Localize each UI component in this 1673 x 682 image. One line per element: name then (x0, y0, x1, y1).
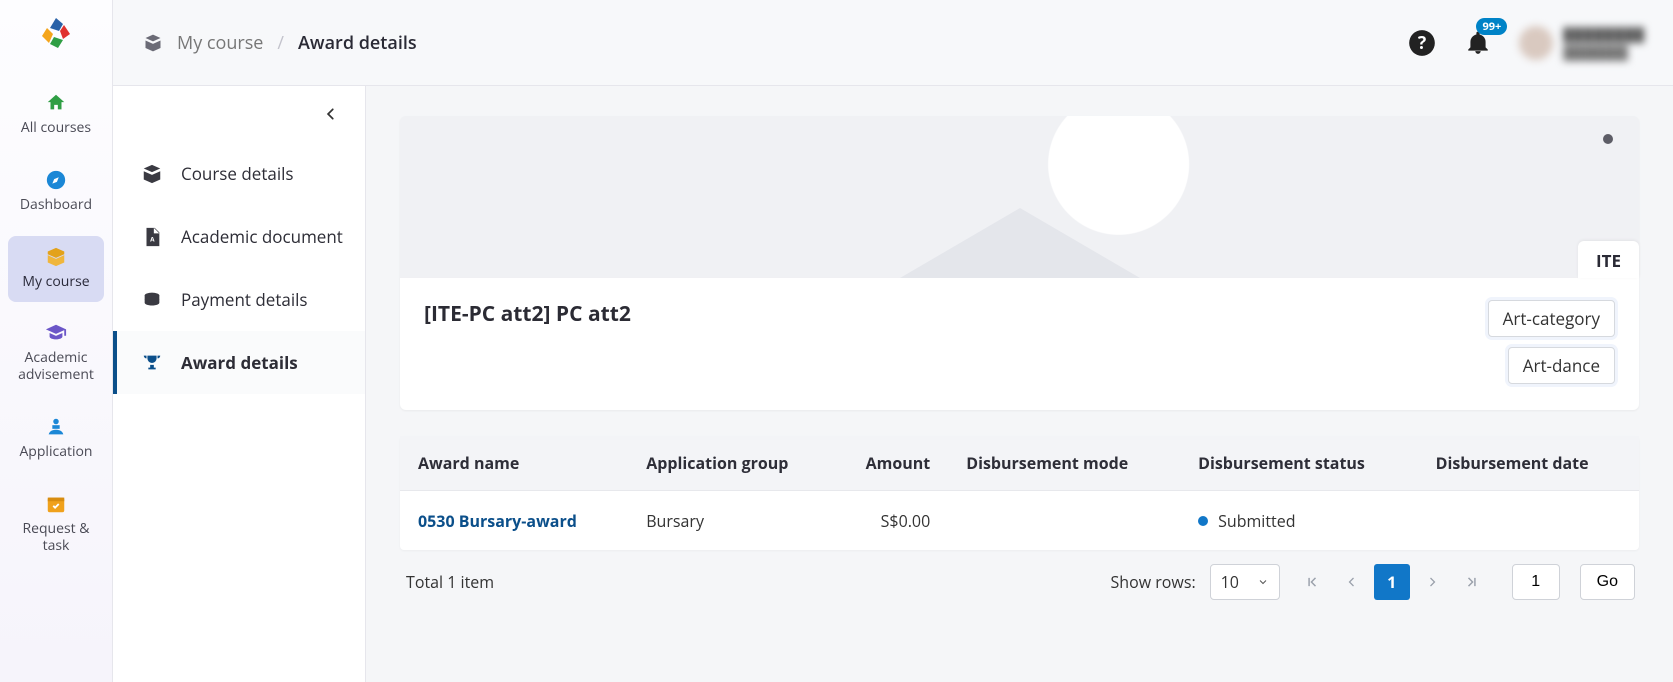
page-number-input[interactable] (1512, 564, 1560, 600)
cell-disb-date (1418, 491, 1639, 551)
compass-icon (45, 169, 67, 191)
home-icon (45, 92, 67, 114)
cell-amount: S$0.00 (808, 491, 948, 551)
pager: 1 (1294, 564, 1490, 600)
profile-sub: ███████ (1563, 43, 1645, 61)
box-outline-icon (143, 33, 163, 53)
chevrons-left-icon (1305, 575, 1319, 589)
box-icon (141, 163, 163, 185)
breadcrumb-separator: / (277, 31, 284, 55)
awards-table-card: Award name Application group Amount Disb… (400, 436, 1639, 550)
snav-course-details[interactable]: Course details (113, 142, 365, 205)
snav-label: Payment details (181, 288, 308, 311)
help-circle-icon: ? (1408, 29, 1436, 57)
award-name-link[interactable]: 0530 Bursary-award (418, 510, 577, 532)
breadcrumb: My course / Award details (143, 31, 417, 55)
svg-text:?: ? (1418, 30, 1426, 54)
show-rows-label: Show rows: (1111, 571, 1196, 593)
primary-nav: All courses Dashboard My course Academic… (0, 0, 113, 682)
nav-dashboard[interactable]: Dashboard (8, 159, 104, 226)
cell-app-group: Bursary (628, 491, 808, 551)
box-icon (45, 246, 67, 268)
nav-label: Application (19, 442, 92, 461)
col-amount[interactable]: Amount (808, 436, 948, 491)
snav-label: Award details (181, 351, 298, 374)
nav-label: Academic advisement (18, 348, 94, 384)
chevron-right-icon (1426, 576, 1438, 588)
svg-text:A: A (150, 234, 155, 243)
nav-label: Request & task (22, 519, 89, 555)
hero-menu-dot[interactable] (1603, 134, 1613, 144)
table-footer: Total 1 item Show rows: 10 1 (400, 550, 1639, 606)
trophy-icon (141, 352, 163, 374)
pager-last-button[interactable] (1454, 564, 1490, 600)
breadcrumb-current: Award details (298, 31, 417, 55)
pager-first-button[interactable] (1294, 564, 1330, 600)
placeholder-image-icon (900, 208, 1140, 278)
chevron-left-icon (324, 107, 338, 121)
content-area: ITE [ITE-PC att2] PC att2 Art-category A… (366, 86, 1673, 682)
col-disbursement-status[interactable]: Disbursement status (1180, 436, 1418, 491)
status-dot-icon (1198, 516, 1208, 526)
nav-academic-advisement[interactable]: Academic advisement (8, 312, 104, 396)
snav-payment-details[interactable]: Payment details (113, 268, 365, 331)
nav-my-course[interactable]: My course (8, 236, 104, 303)
snav-label: Course details (181, 162, 294, 185)
snav-academic-document[interactable]: A Academic document (113, 205, 365, 268)
col-application-group[interactable]: Application group (628, 436, 808, 491)
nav-application[interactable]: Application (8, 406, 104, 473)
notifications-button[interactable]: 99+ (1463, 28, 1493, 58)
coins-icon (141, 289, 163, 311)
file-pdf-icon: A (141, 226, 163, 248)
chevrons-right-icon (1465, 575, 1479, 589)
nav-request-task[interactable]: Request & task (8, 483, 104, 567)
collapse-sidebar-button[interactable] (317, 100, 345, 128)
notification-badge: 99+ (1476, 18, 1507, 35)
tag-chip[interactable]: Art-category (1488, 300, 1615, 337)
topbar: My course / Award details ? 99+ ████████… (113, 0, 1673, 86)
snav-award-details[interactable]: Award details (113, 331, 365, 394)
profile-name: ████████ (1563, 25, 1645, 43)
nav-label: My course (22, 272, 89, 291)
help-button[interactable]: ? (1407, 28, 1437, 58)
nav-label: All courses (21, 118, 91, 137)
total-items-label: Total 1 item (404, 571, 494, 593)
pager-page-1[interactable]: 1 (1374, 564, 1410, 600)
caret-down-icon (1257, 576, 1269, 588)
secondary-nav: Course details A Academic document Payme… (113, 86, 366, 682)
snav-label: Academic document (181, 225, 343, 248)
course-hero-card: ITE [ITE-PC att2] PC att2 Art-category A… (400, 116, 1639, 410)
col-disbursement-mode[interactable]: Disbursement mode (948, 436, 1180, 491)
reader-icon (45, 416, 67, 438)
cell-disb-status: Submitted (1180, 491, 1418, 551)
profile-menu[interactable]: ████████ ███████ (1519, 25, 1645, 61)
cell-disb-mode (948, 491, 1180, 551)
rows-per-page-value: 10 (1221, 571, 1239, 593)
rows-per-page-select[interactable]: 10 (1210, 564, 1280, 600)
course-title: [ITE-PC att2] PC att2 (424, 300, 631, 328)
tag-chip[interactable]: Art-dance (1508, 347, 1615, 384)
awards-table: Award name Application group Amount Disb… (400, 436, 1639, 550)
graduation-cap-icon (45, 322, 67, 344)
col-award-name[interactable]: Award name (400, 436, 628, 491)
avatar (1519, 26, 1553, 60)
col-disbursement-date[interactable]: Disbursement date (1418, 436, 1639, 491)
chevron-left-icon (1346, 576, 1358, 588)
hero-banner: ITE (400, 116, 1639, 278)
go-button[interactable]: Go (1580, 564, 1635, 600)
breadcrumb-parent[interactable]: My course (177, 31, 263, 55)
calendar-check-icon (45, 493, 67, 515)
pager-prev-button[interactable] (1334, 564, 1370, 600)
status-text: Submitted (1218, 510, 1295, 532)
nav-label: Dashboard (20, 195, 92, 214)
nav-all-courses[interactable]: All courses (8, 82, 104, 149)
app-logo (36, 14, 76, 54)
table-row: 0530 Bursary-award Bursary S$0.00 Submit… (400, 491, 1639, 551)
hero-category-tab[interactable]: ITE (1578, 241, 1639, 278)
pager-next-button[interactable] (1414, 564, 1450, 600)
